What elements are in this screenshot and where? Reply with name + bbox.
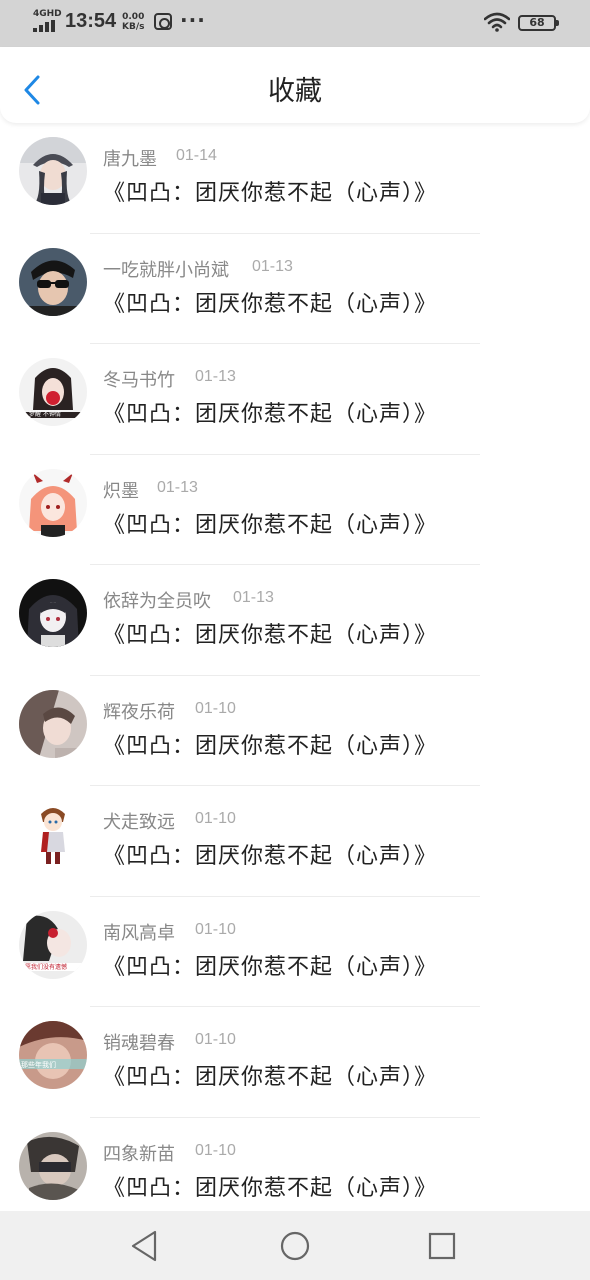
book-title[interactable]: 《凹凸：团厌你惹不起（心声）》 <box>103 949 437 981</box>
recent-apps-square-icon[interactable] <box>424 1228 460 1264</box>
avatar <box>19 579 87 647</box>
network-type: 4GHD <box>33 9 62 19</box>
svg-text:那些年我们: 那些年我们 <box>21 1060 56 1069</box>
app-header: 收藏 <box>0 47 590 123</box>
favorite-date: 01-13 <box>233 589 274 606</box>
list-item[interactable]: 辉夜乐荷 01-10 《凹凸：团厌你惹不起（心声）》 <box>0 676 590 786</box>
list-item[interactable]: 依辞为全员吹 01-13 《凹凸：团厌你惹不起（心声）》 <box>0 565 590 676</box>
avatar <box>19 247 87 316</box>
author-name[interactable]: 犬走致远 <box>103 808 175 834</box>
list-item[interactable]: 那些年我们 销魂碧春 01-10 《凹凸：团厌你惹不起（心声）》 <box>0 1007 590 1118</box>
list-item[interactable]: 唐九墨 01-14 《凹凸：团厌你惹不起（心声）》 <box>0 123 590 234</box>
avatar: 那些年我们 <box>19 1021 87 1089</box>
author-name[interactable]: 依辞为全员吹 <box>103 587 211 613</box>
favorites-list: 唐九墨 01-14 《凹凸：团厌你惹不起（心声）》 一吃就胖小尚斌 01-13 … <box>0 123 590 1228</box>
book-title[interactable]: 《凹凸：团厌你惹不起（心声）》 <box>103 838 437 870</box>
book-title[interactable]: 《凹凸：团厌你惹不起（心声）》 <box>103 175 437 207</box>
system-nav-bar <box>0 1211 590 1280</box>
clock: 13:54 <box>65 10 117 32</box>
book-title[interactable]: 《凹凸：团厌你惹不起（心声）》 <box>103 1170 437 1202</box>
favorite-date: 01-10 <box>195 699 236 717</box>
author-name[interactable]: 炽墨 <box>103 477 139 503</box>
status-bar: 4GHD 13:54 0.00 KB/s ··· 68 <box>0 0 590 47</box>
home-circle-icon[interactable] <box>277 1228 313 1264</box>
list-item[interactable]: 炽墨 01-13 《凹凸：团厌你惹不起（心声）》 <box>0 455 590 565</box>
favorite-date: 01-10 <box>195 1141 236 1159</box>
author-name[interactable]: 南风高卓 <box>103 919 175 945</box>
avatar <box>19 800 87 868</box>
author-name[interactable]: 四象新苗 <box>103 1140 175 1166</box>
author-name[interactable]: 辉夜乐荷 <box>103 698 175 724</box>
book-title[interactable]: 《凹凸：团厌你惹不起（心声）》 <box>103 507 437 539</box>
back-triangle-icon[interactable] <box>127 1228 163 1264</box>
speed-unit: KB/s <box>122 22 145 32</box>
avatar: 愿我们没有遗憾 <box>19 910 87 979</box>
favorite-date: 01-14 <box>176 147 217 164</box>
svg-text:愿我们没有遗憾: 愿我们没有遗憾 <box>25 963 67 971</box>
battery-icon: 68 <box>518 15 559 31</box>
signal-icon <box>33 20 57 32</box>
book-title[interactable]: 《凹凸：团厌你惹不起（心声）》 <box>103 617 437 649</box>
author-name[interactable]: 冬马书竹 <box>103 366 175 392</box>
avatar <box>19 689 87 758</box>
favorite-date: 01-13 <box>195 368 236 385</box>
speed-value: 0.00 <box>122 12 145 22</box>
wifi-icon <box>484 12 510 32</box>
list-item[interactable]: 一吃就胖小尚斌 01-13 《凹凸：团厌你惹不起（心声）》 <box>0 234 590 344</box>
avatar: 梦醒 不钟情 <box>19 358 87 426</box>
book-title[interactable]: 《凹凸：团厌你惹不起（心声）》 <box>103 1059 437 1091</box>
avatar <box>19 137 87 205</box>
book-title[interactable]: 《凹凸：团厌你惹不起（心声）》 <box>103 286 437 318</box>
avatar <box>19 468 87 537</box>
favorite-date: 01-13 <box>157 478 198 496</box>
list-item[interactable]: 梦醒 不钟情 冬马书竹 01-13 《凹凸：团厌你惹不起（心声）》 <box>0 344 590 455</box>
svg-text:梦醒 不钟情: 梦醒 不钟情 <box>29 410 61 418</box>
camera-notification-icon <box>154 13 172 30</box>
author-name[interactable]: 销魂碧春 <box>103 1029 175 1055</box>
author-name[interactable]: 一吃就胖小尚斌 <box>103 256 229 282</box>
list-item[interactable]: 犬走致远 01-10 《凹凸：团厌你惹不起（心声）》 <box>0 786 590 897</box>
favorite-date: 01-10 <box>195 1031 236 1048</box>
book-title[interactable]: 《凹凸：团厌你惹不起（心声）》 <box>103 396 437 428</box>
list-item[interactable]: 愿我们没有遗憾 南风高卓 01-10 《凹凸：团厌你惹不起（心声）》 <box>0 897 590 1007</box>
network-speed: 0.00 KB/s <box>122 12 144 32</box>
author-name[interactable]: 唐九墨 <box>103 145 157 171</box>
favorite-date: 01-10 <box>195 810 236 827</box>
avatar <box>19 1131 87 1200</box>
favorite-date: 01-10 <box>195 920 236 938</box>
more-notifications-icon: ··· <box>180 8 206 32</box>
book-title[interactable]: 《凹凸：团厌你惹不起（心声）》 <box>103 728 437 760</box>
page-title: 收藏 <box>268 76 322 107</box>
favorite-date: 01-13 <box>252 257 293 275</box>
